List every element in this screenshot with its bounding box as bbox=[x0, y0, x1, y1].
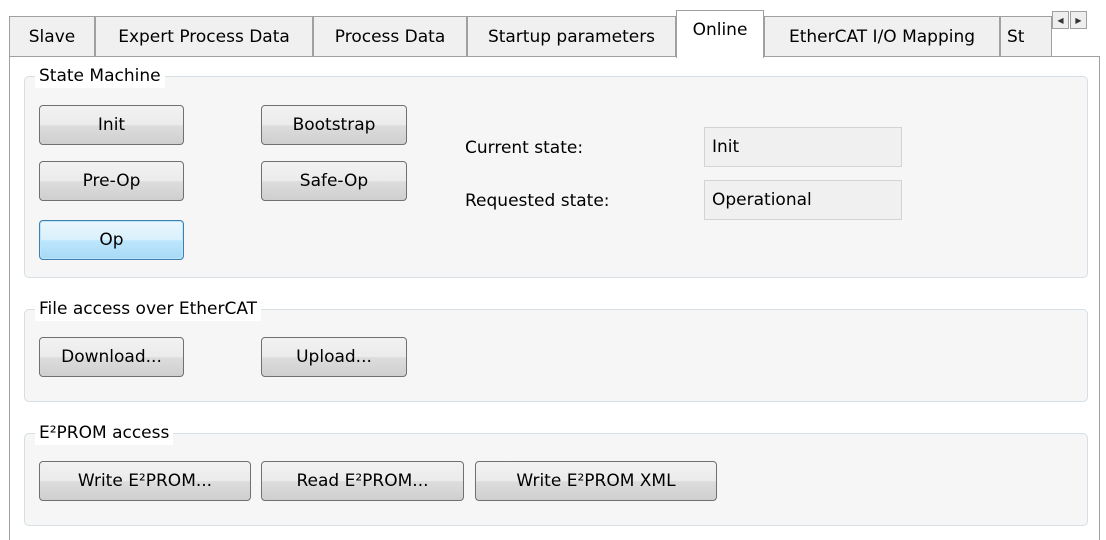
read-eeprom-button[interactable]: Read E²PROM... bbox=[261, 461, 464, 501]
eeprom-group: E²PROM access Write E²PROM... Read E²PRO… bbox=[24, 421, 1088, 526]
group-title: E²PROM access bbox=[35, 421, 174, 445]
tab-strip: Slave Expert Process Data Process Data S… bbox=[0, 0, 1106, 58]
tab-scroll-buttons: ◀ ▶ bbox=[1052, 11, 1088, 29]
tab-label: Slave bbox=[28, 26, 76, 47]
group-title: State Machine bbox=[35, 64, 165, 88]
tab-online[interactable]: Online bbox=[676, 10, 764, 58]
upload-button[interactable]: Upload... bbox=[261, 337, 407, 377]
tab-expert-process-data[interactable]: Expert Process Data bbox=[95, 16, 313, 56]
requested-state-value: Operational bbox=[712, 190, 812, 210]
tab-startup-parameters[interactable]: Startup parameters bbox=[467, 16, 676, 56]
arrow-left-icon[interactable]: ◀ bbox=[1052, 11, 1069, 29]
bootstrap-button[interactable]: Bootstrap bbox=[261, 105, 407, 145]
current-state-label: Current state: bbox=[465, 138, 584, 158]
file-access-group: File access over EtherCAT Download... Up… bbox=[24, 297, 1088, 402]
current-state-value: Init bbox=[712, 137, 740, 157]
safe-op-button[interactable]: Safe-Op bbox=[261, 161, 407, 201]
write-eeprom-xml-button[interactable]: Write E²PROM XML bbox=[475, 461, 717, 501]
tab-process-data[interactable]: Process Data bbox=[313, 16, 467, 56]
pre-op-button[interactable]: Pre-Op bbox=[39, 161, 184, 201]
group-title: File access over EtherCAT bbox=[35, 297, 262, 321]
arrow-right-icon[interactable]: ▶ bbox=[1070, 11, 1087, 29]
state-machine-group: State Machine Init Bootstrap Pre-Op Safe… bbox=[24, 64, 1088, 278]
tab-ethercat-io-mapping[interactable]: EtherCAT I/O Mapping bbox=[764, 16, 1000, 56]
write-eeprom-button[interactable]: Write E²PROM... bbox=[39, 461, 251, 501]
init-button[interactable]: Init bbox=[39, 105, 184, 145]
tab-label: Online bbox=[692, 20, 748, 40]
tab-label: Process Data bbox=[334, 26, 446, 47]
tab-label: EtherCAT I/O Mapping bbox=[788, 26, 976, 47]
tab-clipped[interactable]: St bbox=[1000, 16, 1052, 56]
tab-slave[interactable]: Slave bbox=[9, 16, 95, 56]
tab-label: St bbox=[1007, 26, 1025, 47]
current-state-field: Init bbox=[704, 127, 902, 167]
tab-label: Expert Process Data bbox=[118, 26, 290, 47]
op-button[interactable]: Op bbox=[39, 220, 184, 260]
requested-state-field: Operational bbox=[704, 180, 902, 220]
requested-state-label: Requested state: bbox=[465, 191, 610, 211]
tab-label: Startup parameters bbox=[487, 26, 656, 47]
download-button[interactable]: Download... bbox=[39, 337, 184, 377]
